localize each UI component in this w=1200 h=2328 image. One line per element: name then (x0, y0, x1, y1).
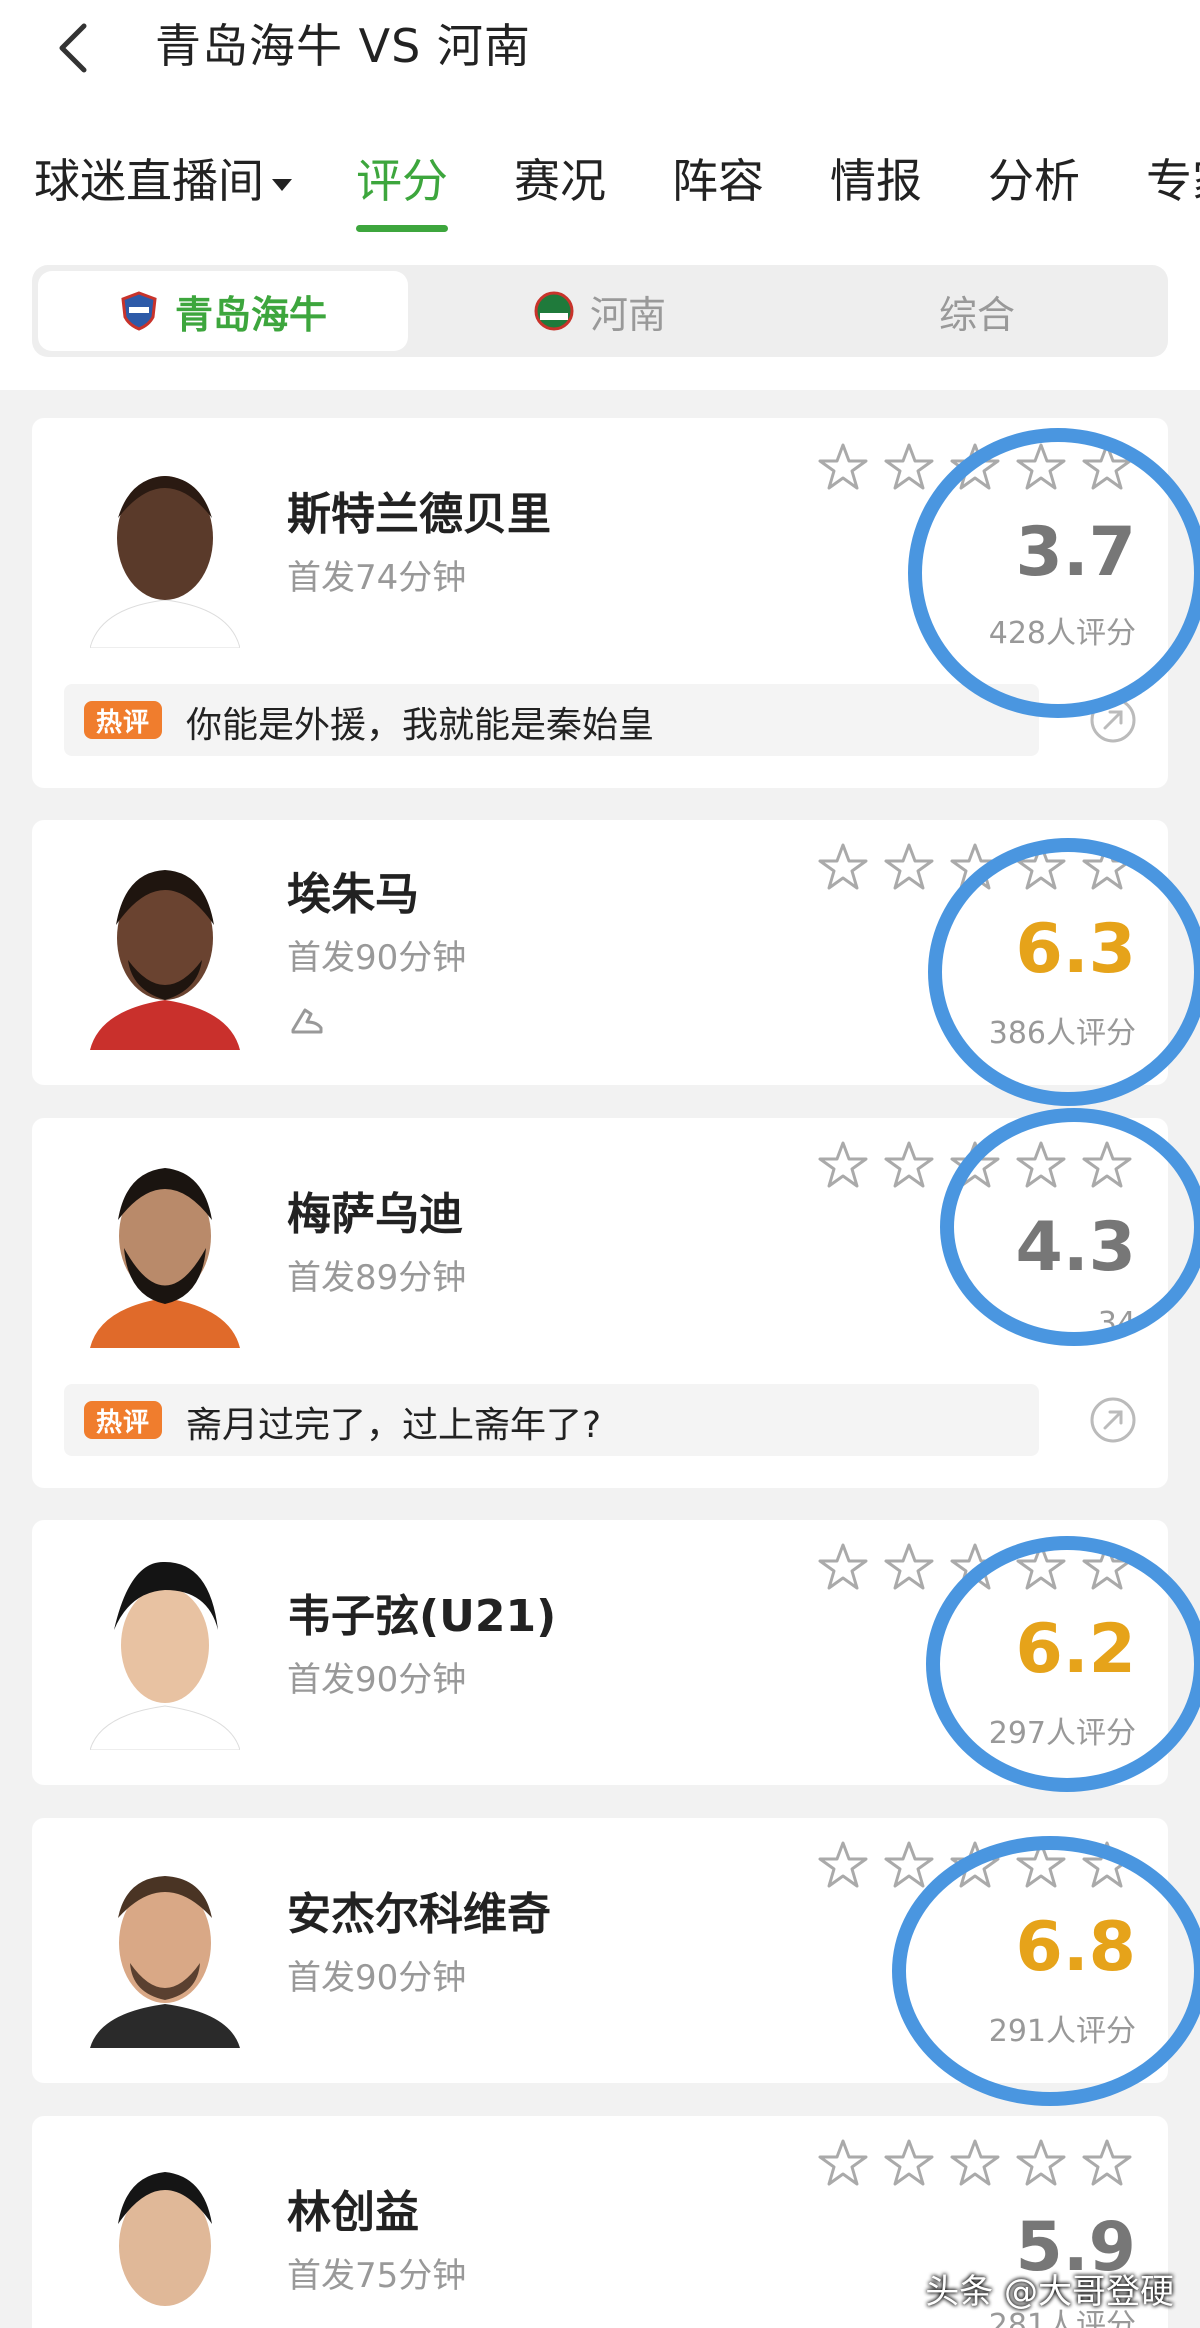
player-avatar (90, 476, 240, 648)
annotation-ring (908, 428, 1200, 718)
hot-comment[interactable]: 热评 斋月过完了，过上斋年了? (64, 1384, 1039, 1456)
qingdao-team-logo-icon (121, 291, 157, 331)
tab-intel[interactable]: 情报 (830, 145, 922, 211)
watermark: 头条 @大哥登硬 (925, 2272, 1174, 2312)
back-chevron-icon[interactable] (50, 18, 100, 78)
hot-badge: 热评 (84, 1401, 162, 1439)
star-icon[interactable] (817, 442, 869, 494)
star-icon[interactable] (883, 442, 935, 494)
player-name: 埃朱马 (287, 869, 419, 920)
share-icon[interactable] (1088, 1395, 1138, 1445)
tab-expert[interactable]: 专家 (1146, 145, 1200, 211)
henan-team-logo-icon (534, 291, 574, 331)
active-tab-underline (356, 225, 448, 232)
star-icon[interactable] (817, 842, 869, 894)
hot-comment-text: 斋月过完了，过上斋年了? (186, 1405, 602, 1446)
tab-bar: 球迷直播间 评分 赛况 阵容 情报 分析 专家 (0, 135, 1200, 235)
annotation-ring (928, 838, 1200, 1106)
player-name: 安杰尔科维奇 (287, 1889, 551, 1940)
segment-qingdao[interactable]: 青岛海牛 (38, 271, 408, 351)
hot-badge: 热评 (84, 701, 162, 739)
star-icon[interactable] (817, 1840, 869, 1892)
player-avatar (118, 2172, 212, 2306)
star-icon[interactable] (817, 1542, 869, 1594)
player-avatar (90, 1168, 240, 1348)
team-switcher: 青岛海牛 河南 综合 (32, 265, 1168, 357)
player-minutes: 首发90分钟 (287, 1958, 467, 1998)
annotation-ring (926, 1536, 1200, 1792)
player-name: 斯特兰德贝里 (287, 489, 551, 540)
player-minutes: 首发90分钟 (287, 938, 467, 978)
star-icon[interactable] (817, 2138, 869, 2190)
player-name: 梅萨乌迪 (287, 1189, 463, 1240)
tab-analysis[interactable]: 分析 (988, 145, 1080, 211)
top-bar: 青岛海牛 VS 河南 球迷直播间 评分 赛况 阵容 情报 分析 专家 (0, 0, 1200, 235)
player-avatar (90, 870, 240, 1050)
player-minutes: 首发89分钟 (287, 1258, 467, 1298)
tab-ratings[interactable]: 评分 (356, 145, 448, 211)
boot-icon (291, 1008, 323, 1034)
segment-label: 河南 (589, 292, 666, 337)
tab-fan-live[interactable]: 球迷直播间 (34, 145, 292, 211)
caret-down-icon (272, 178, 292, 191)
star-icon[interactable] (1015, 2138, 1067, 2190)
star-icon[interactable] (883, 1140, 935, 1192)
player-name: 林创益 (287, 2187, 419, 2238)
segment-combined[interactable]: 综合 (792, 271, 1162, 351)
player-minutes: 首发75分钟 (287, 2256, 467, 2296)
segment-henan[interactable]: 河南 (415, 271, 785, 351)
match-title: 青岛海牛 VS 河南 (155, 19, 531, 73)
player-minutes: 首发74分钟 (287, 558, 467, 598)
player-avatar (90, 1561, 240, 1750)
star-icon[interactable] (883, 1542, 935, 1594)
star-icon[interactable] (1081, 2138, 1133, 2190)
player-minutes: 首发90分钟 (287, 1660, 467, 1700)
annotation-ring (940, 1108, 1200, 1346)
tab-label: 球迷直播间 (34, 154, 264, 208)
star-icon[interactable] (883, 842, 935, 894)
rating-stars[interactable] (817, 2138, 1133, 2190)
star-icon[interactable] (883, 2138, 935, 2190)
annotation-ring (892, 1836, 1200, 2106)
hot-comment[interactable]: 热评 你能是外援，我就能是秦始皇 (64, 684, 1039, 756)
tab-match-status[interactable]: 赛况 (514, 145, 606, 211)
player-name: 韦子弦(U21) (287, 1591, 557, 1642)
hot-comment-text: 你能是外援，我就能是秦始皇 (186, 705, 655, 746)
team-switcher-area: 青岛海牛 河南 综合 (0, 235, 1200, 390)
tab-lineup[interactable]: 阵容 (672, 145, 764, 211)
segment-label: 青岛海牛 (174, 292, 327, 337)
player-avatar (90, 1876, 240, 2048)
star-icon[interactable] (817, 1140, 869, 1192)
star-icon[interactable] (949, 2138, 1001, 2190)
